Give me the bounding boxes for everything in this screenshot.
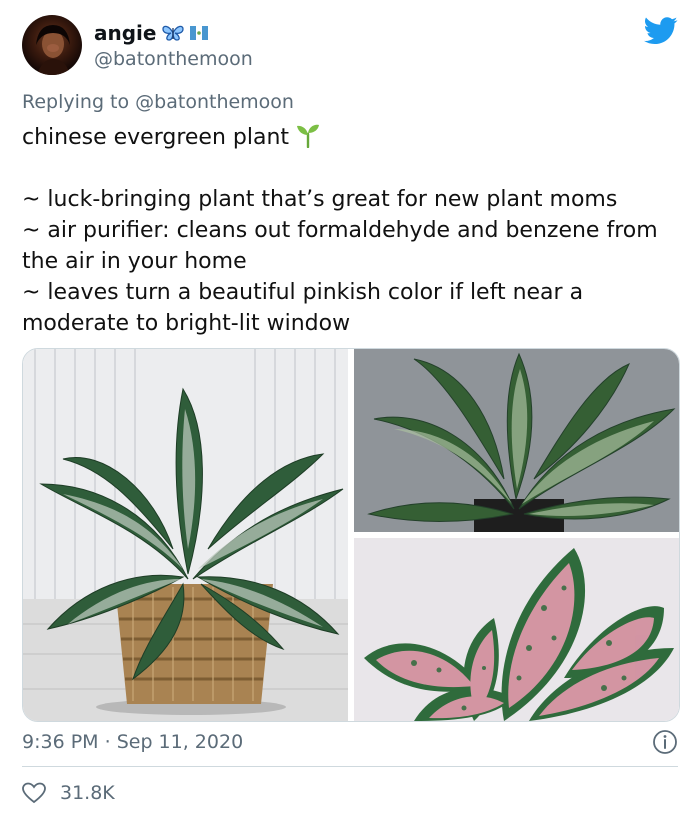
tweet-title: chinese evergreen plant: [22, 125, 290, 150]
tweet-time: 9:36 PM: [22, 731, 99, 753]
media-grid: [22, 348, 680, 722]
author-handle[interactable]: @batonthemoon: [94, 47, 253, 71]
replying-to-mention[interactable]: @batonthemoon: [135, 91, 294, 113]
heart-icon: [22, 782, 46, 804]
info-icon[interactable]: [652, 729, 678, 755]
like-button[interactable]: 31.8K: [22, 780, 115, 806]
replying-to: Replying to @batonthemoon: [22, 90, 294, 114]
seedling-icon: [297, 124, 320, 148]
tweet-date: Sep 11, 2020: [116, 731, 244, 753]
tweet-card: angie @batonthemoon Replying to @batonth…: [0, 0, 700, 821]
tweet-line: ~ luck-bringing plant that’s great for n…: [22, 187, 618, 212]
tweet-line: ~ air purifier: cleans out formaldehyde …: [22, 218, 658, 274]
replying-to-prefix: Replying to: [22, 91, 130, 113]
display-name-text: angie: [94, 21, 157, 45]
butterfly-icon: [162, 25, 185, 41]
guatemala-flag-icon: [190, 26, 209, 40]
tweet-text: chinese evergreen plant ~ luck-bringing …: [22, 122, 682, 339]
timestamp-separator: ·: [104, 731, 111, 753]
twitter-bird-icon[interactable]: [644, 16, 678, 46]
author-display-name[interactable]: angie: [94, 20, 209, 46]
tweet-line: ~ leaves turn a beautiful pinkish color …: [22, 280, 584, 336]
pink-plant-photo[interactable]: [354, 538, 679, 721]
like-count: 31.8K: [60, 782, 115, 804]
avatar[interactable]: [22, 15, 82, 75]
plant-basket-photo[interactable]: [23, 349, 348, 721]
green-plant-photo[interactable]: [354, 349, 679, 532]
divider: [22, 766, 678, 767]
tweet-title-line: chinese evergreen plant: [22, 122, 682, 153]
tweet-timestamp[interactable]: 9:36 PM · Sep 11, 2020: [22, 729, 243, 755]
